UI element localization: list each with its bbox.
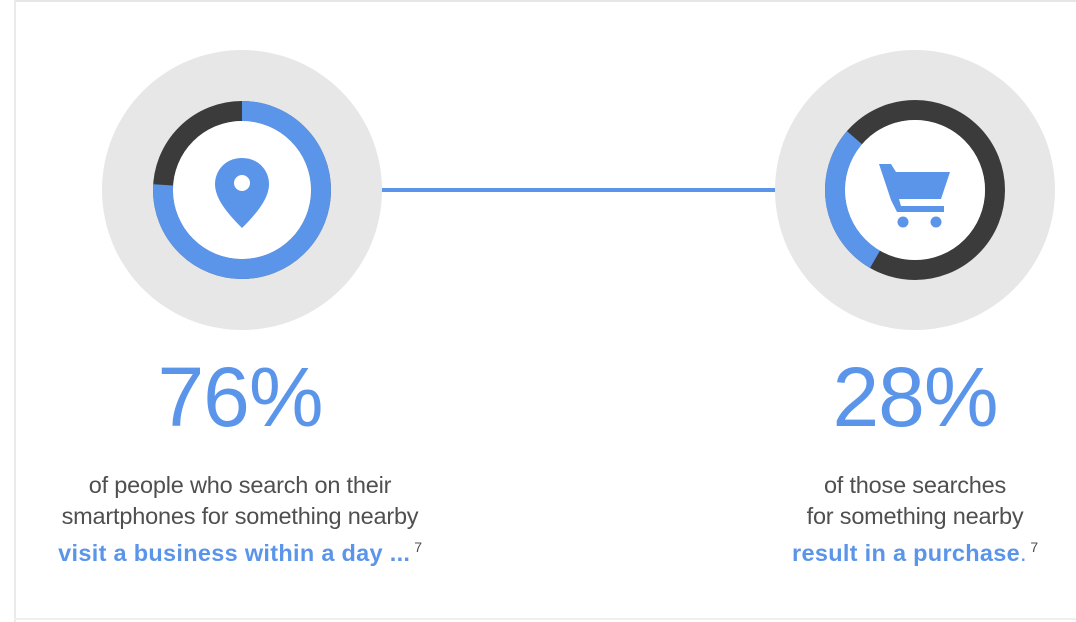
description-line: for something nearby — [806, 503, 1024, 529]
description-line: of people who search on their — [88, 472, 392, 498]
percentage-value-right: 28% — [832, 350, 998, 444]
description-line: smartphones for something nearby — [61, 503, 419, 529]
description-line: of those searches — [823, 472, 1007, 498]
highlight-line: result in a purchase. 7 — [715, 532, 1076, 569]
stat-description-left: of people who search on their smartphone… — [40, 470, 440, 569]
highlight-text: result in a purchase — [792, 540, 1021, 566]
highlight-suffix: . — [1020, 540, 1027, 566]
footnote-marker: 7 — [414, 539, 422, 555]
highlight-line: visit a business within a day ... 7 — [40, 532, 440, 569]
donut-chart-right — [775, 50, 1055, 330]
stat-description-right: of those searches for something nearby r… — [715, 470, 1076, 569]
highlight-text: visit a business within a day ... — [58, 540, 411, 566]
percentage-value-left: 76% — [157, 350, 323, 444]
donut-chart-left — [102, 50, 382, 330]
footnote-marker: 7 — [1030, 539, 1038, 555]
